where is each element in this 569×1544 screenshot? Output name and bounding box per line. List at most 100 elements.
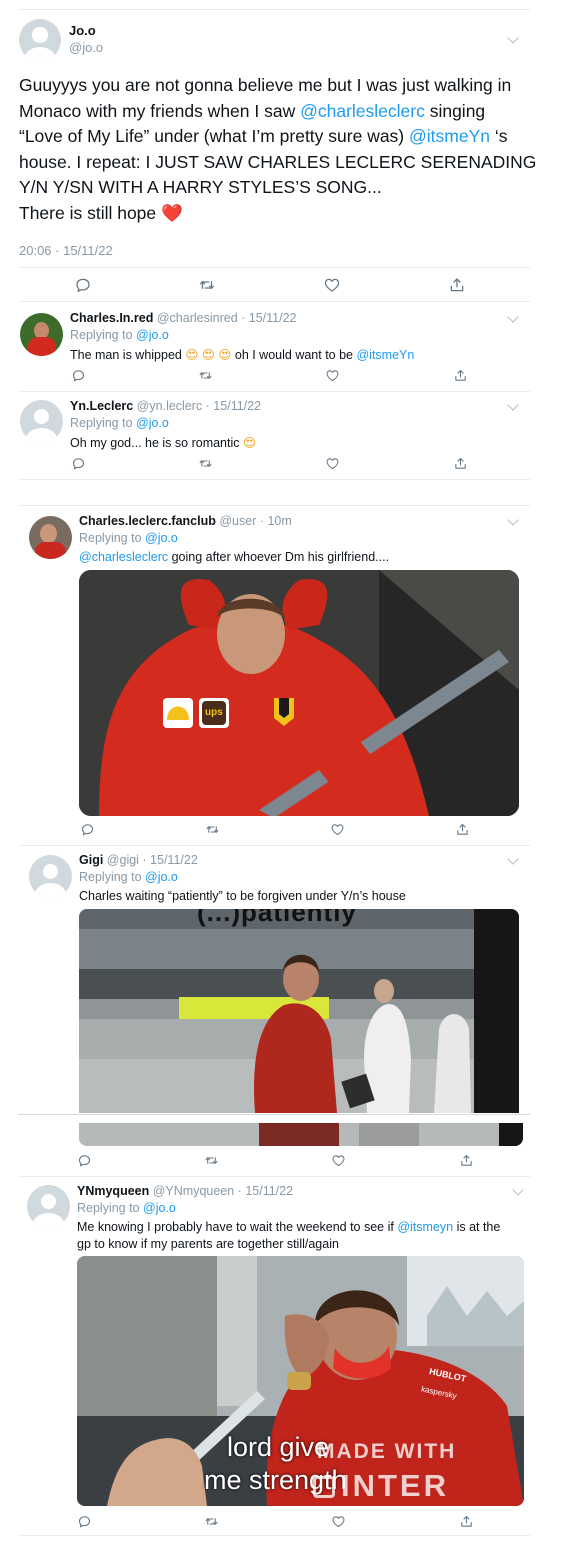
emoji-group: 😍 xyxy=(243,436,257,450)
reply-icon[interactable] xyxy=(74,276,92,294)
mention-link[interactable]: @charlesleclerc xyxy=(300,101,425,121)
like-icon[interactable] xyxy=(331,1153,346,1168)
mention-link[interactable]: @charlesleclerc xyxy=(79,550,168,564)
reply-icon[interactable] xyxy=(71,368,86,383)
pitlane-image-lower[interactable] xyxy=(79,1123,523,1146)
chevron-down-icon[interactable] xyxy=(507,853,519,865)
replying-handle-link[interactable]: @jo.o xyxy=(143,1201,176,1215)
reply-icon[interactable] xyxy=(71,456,86,471)
strength-meme-image[interactable]: HUBLOT kaspersky lord give me strength M… xyxy=(77,1256,524,1506)
text-segment: is at the xyxy=(453,1220,501,1234)
meme-caption: (...)patiently xyxy=(197,909,357,927)
reply-display-name[interactable]: Gigi xyxy=(79,853,103,867)
reply-display-name[interactable]: YNmyqueen xyxy=(77,1184,149,1198)
mention-link[interactable]: @itsmeYn xyxy=(356,348,414,362)
chevron-down-icon[interactable] xyxy=(507,399,519,411)
text-segment: Monaco with my friends when I saw xyxy=(19,100,301,121)
share-icon[interactable] xyxy=(459,1153,474,1168)
text-segment: “Love of My Life” under (what I’m pretty… xyxy=(19,126,409,147)
share-icon[interactable] xyxy=(455,822,470,837)
retweet-icon[interactable] xyxy=(198,276,216,294)
main-tweet-handle[interactable]: @jo.o xyxy=(69,40,103,55)
watermark-text: INTER xyxy=(341,1468,449,1503)
text-segment: Guuyyys you are not gonna believe me but… xyxy=(19,75,512,95)
retweet-icon[interactable] xyxy=(204,1153,219,1168)
like-icon[interactable] xyxy=(331,1514,346,1529)
reply-text: Me knowing I probably have to wait the w… xyxy=(77,1220,500,1234)
share-icon[interactable] xyxy=(448,276,466,294)
share-icon[interactable] xyxy=(459,1514,474,1529)
share-icon[interactable] xyxy=(453,368,468,383)
text-segment: There is still hope xyxy=(19,202,162,223)
reply-display-name[interactable]: Yn.Leclerc xyxy=(70,399,133,413)
replying-to: Replying to @jo.o xyxy=(79,531,178,545)
replying-handle-link[interactable]: @jo.o xyxy=(136,416,169,430)
like-icon[interactable] xyxy=(325,456,340,471)
like-icon[interactable] xyxy=(323,276,341,294)
replying-handle-link[interactable]: @jo.o xyxy=(145,870,178,884)
top-divider xyxy=(18,9,530,10)
avatar[interactable] xyxy=(20,313,63,356)
reply-meta: @yn.leclerc · 15/11/22 xyxy=(136,399,262,413)
avatar[interactable] xyxy=(20,400,63,443)
reply-text: @charlesleclerc going after whoever Dm h… xyxy=(79,550,389,564)
replying-to: Replying to @jo.o xyxy=(70,328,169,342)
emoji-group: 😍 😍 😍 xyxy=(185,348,232,362)
main-tweet-timestamp[interactable]: 20:06 · 15/11/22 xyxy=(19,243,113,258)
main-tweet-line: There is still hope ❤️ xyxy=(19,201,539,227)
avatar-shirt xyxy=(28,337,56,356)
replying-to: Replying to @jo.o xyxy=(77,1201,176,1215)
pitlane-image-lower-art xyxy=(79,1123,523,1146)
main-tweet-line: Y/N Y/SN WITH A HARRY STYLES’S SONG... xyxy=(19,175,539,201)
avatar[interactable] xyxy=(19,19,61,61)
reply-header: Charles.In.red @charlesinred · 15/11/22 xyxy=(70,311,296,325)
text-segment: oh I would want to be xyxy=(231,348,357,362)
reply-text: Oh my god... he is so romantic 😍 xyxy=(70,435,256,450)
reply-icon[interactable] xyxy=(77,1153,92,1168)
reply-icon[interactable] xyxy=(77,1514,92,1529)
like-icon[interactable] xyxy=(330,822,345,837)
replying-prefix: Replying to xyxy=(79,870,146,884)
replying-handle-link[interactable]: @jo.o xyxy=(145,531,178,545)
retweet-icon[interactable] xyxy=(205,822,220,837)
reply-display-name[interactable]: Charles.leclerc.fanclub xyxy=(79,514,216,528)
heart-emoji: ❤️ xyxy=(161,202,183,223)
like-icon[interactable] xyxy=(325,368,340,383)
meme-caption: lord give xyxy=(227,1432,330,1462)
main-tweet-line: Monaco with my friends when I saw @charl… xyxy=(19,99,539,125)
main-tweet-display-name[interactable]: Jo.o xyxy=(69,23,96,38)
divider xyxy=(18,845,530,846)
main-tweet-line: Guuyyys you are not gonna believe me but… xyxy=(19,73,539,99)
retweet-icon[interactable] xyxy=(198,368,213,383)
replying-handle-link[interactable]: @jo.o xyxy=(136,328,169,342)
pitlane-image[interactable]: (...)patiently xyxy=(79,909,519,1113)
reply-display-name[interactable]: Charles.In.red xyxy=(70,311,153,325)
retweet-icon[interactable] xyxy=(204,1514,219,1529)
share-icon[interactable] xyxy=(453,456,468,471)
divider xyxy=(18,301,530,302)
main-tweet-text: Guuyyys you are not gonna believe me but… xyxy=(19,73,539,227)
avatar-shirt xyxy=(35,542,66,559)
chevron-down-icon[interactable] xyxy=(507,514,519,526)
text-segment: ‘s xyxy=(489,126,508,147)
meme-image-art xyxy=(79,570,519,816)
watermark: MADE WITH xyxy=(317,1440,457,1463)
avatar-face xyxy=(40,524,57,543)
retweet-icon[interactable] xyxy=(198,456,213,471)
mention-link[interactable]: @itsmeyn xyxy=(397,1220,453,1234)
section-divider xyxy=(18,505,530,506)
mention-link[interactable]: @itsmeYn xyxy=(409,126,490,146)
avatar[interactable] xyxy=(29,516,72,559)
chevron-down-icon[interactable] xyxy=(507,32,519,44)
meme-image[interactable]: ups xyxy=(79,570,519,816)
avatar[interactable] xyxy=(29,855,72,898)
reply-meta: @user · 10m xyxy=(219,514,292,528)
divider xyxy=(18,1176,530,1177)
chevron-down-icon[interactable] xyxy=(512,1184,524,1196)
reply-icon[interactable] xyxy=(80,822,95,837)
replying-prefix: Replying to xyxy=(77,1201,144,1215)
text-segment: singing xyxy=(424,100,486,121)
text-segment: Y/N Y/SN WITH A HARRY STYLES’S SONG... xyxy=(19,177,382,198)
avatar[interactable] xyxy=(27,1185,70,1228)
chevron-down-icon[interactable] xyxy=(507,311,519,323)
